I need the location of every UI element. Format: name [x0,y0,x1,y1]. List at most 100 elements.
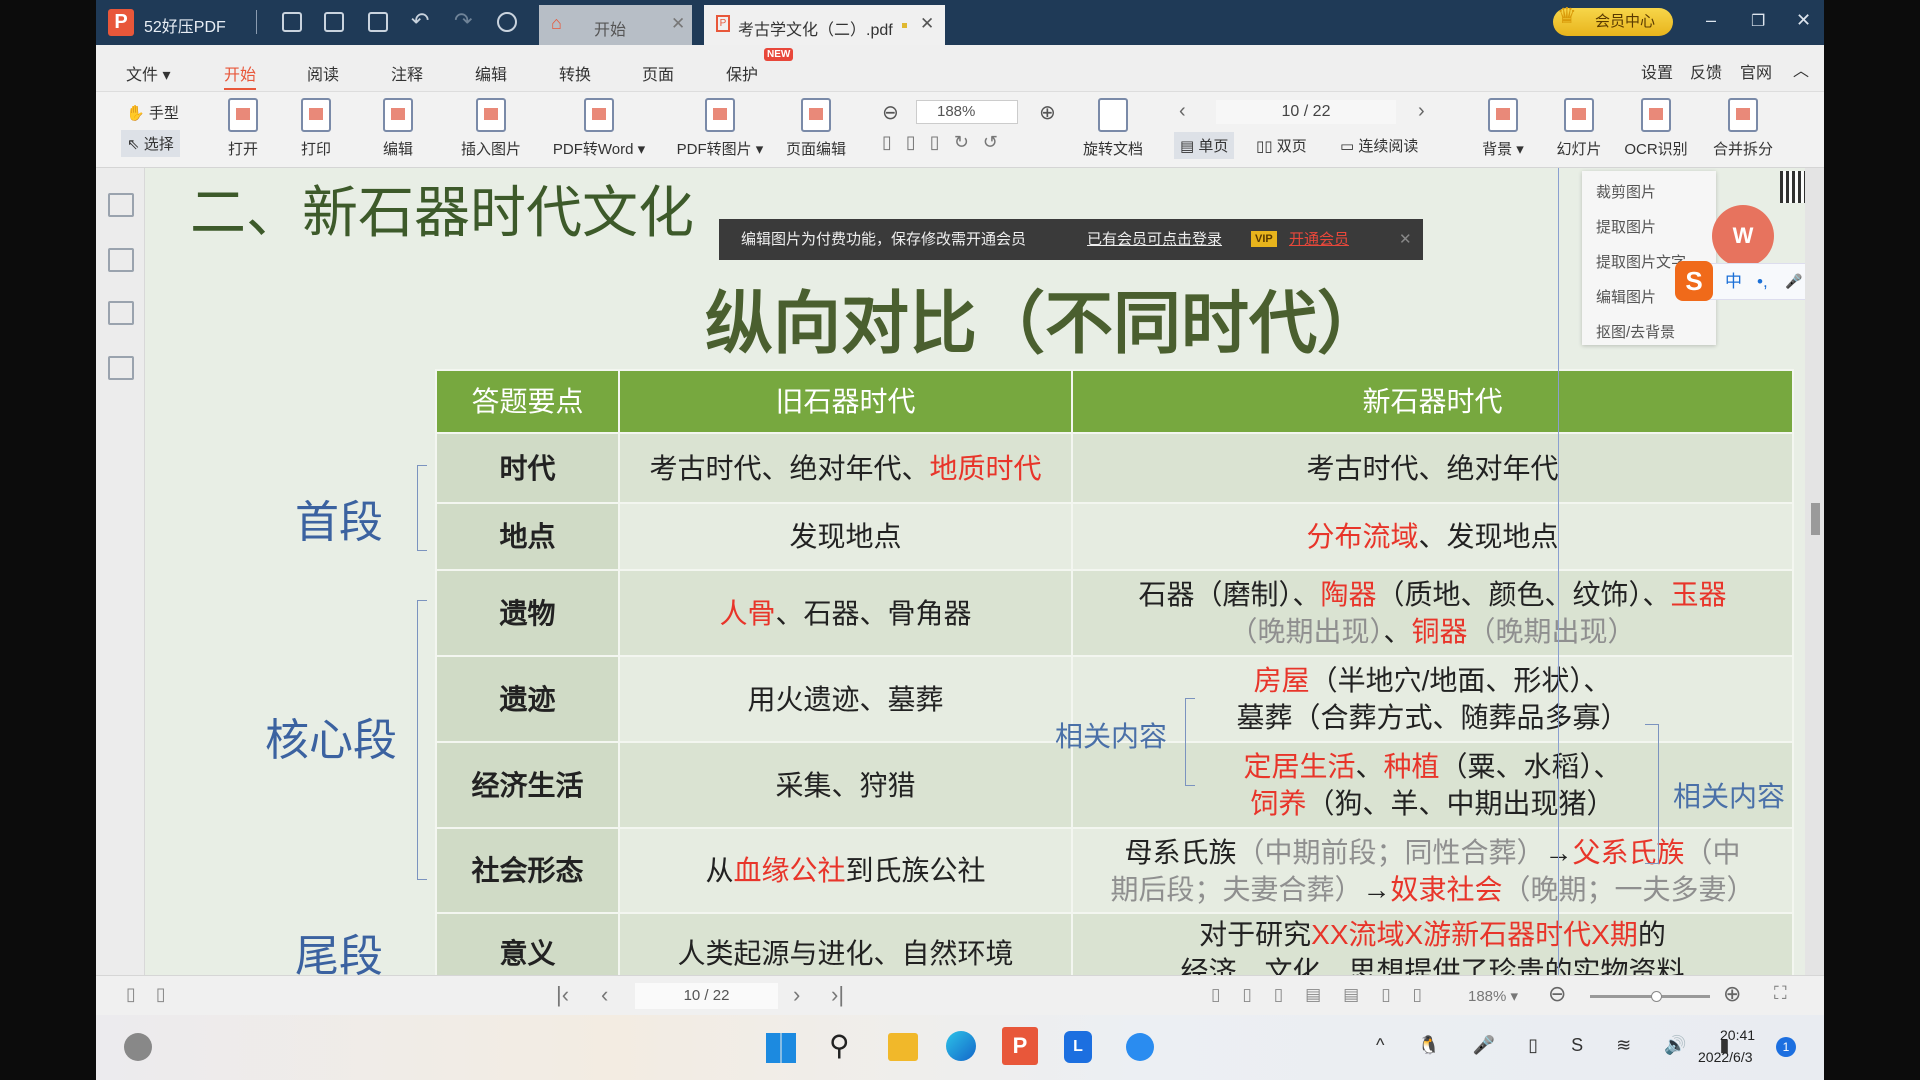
prev-page-button[interactable]: ‹ [601,982,608,1008]
menu-page[interactable]: 页面 [642,61,674,85]
browser-app-icon[interactable] [1126,1033,1154,1061]
tray-icons[interactable]: ^ 🐧 🎤 ▯ S ≋ 🔊 ▮ [1376,1035,1744,1056]
notification-badge[interactable]: 1 [1776,1037,1796,1057]
restore-button[interactable]: ❐ [1751,11,1765,31]
single-page-button[interactable]: ▤ 单页 [1174,132,1235,159]
print-button[interactable]: 打印 [294,98,338,159]
menu-protect[interactable]: 保护 [726,61,758,85]
menu-edit-image[interactable]: 编辑图片 [1596,286,1656,307]
tool-label: 背景 ▾ [1482,141,1524,158]
ime-punctuation[interactable]: •, [1757,264,1768,299]
first-page-button[interactable]: |‹ [556,982,569,1008]
minimize-button[interactable]: – [1706,10,1716,31]
cell-text: 从 [705,855,734,886]
page-input[interactable]: 10 / 22 [1216,100,1396,124]
widgets-icon[interactable] [124,1033,152,1061]
open-button[interactable]: 打开 [221,98,265,159]
page-edit-button[interactable]: 页面编辑 [778,98,854,159]
start-icon[interactable] [766,1033,796,1063]
search-taskbar-icon[interactable]: ⚲ [829,1029,850,1062]
save-icon[interactable] [324,12,344,32]
fit-icons[interactable]: ▯▯▯↻↺ [882,132,1012,153]
status-left-icons[interactable]: ▯▯ [126,984,186,1005]
pdf-to-word-button[interactable]: PDF转Word ▾ [543,98,655,159]
hand-tool[interactable]: ✋ 手型 [126,102,179,123]
print-icon[interactable] [368,12,388,32]
menu-start[interactable]: 开始 [224,61,257,90]
menu-extract-image-text[interactable]: 提取图片文字 [1596,251,1686,272]
scrollbar-thumb[interactable] [1811,503,1820,535]
cell-text: 、 [1355,751,1384,782]
highlight-text: XX流域X游新石器时代X期 [1311,919,1638,950]
zoom-slider[interactable] [1590,991,1710,1002]
double-page-button[interactable]: ▯▯ 双页 [1256,135,1307,156]
open-vip-link[interactable]: 开通会员 [1289,219,1349,260]
edit-button[interactable]: 编辑 [376,98,420,159]
upgrade-icon[interactable] [497,12,517,32]
old-era-cell: 采集、狩猎 [618,741,1073,829]
status-page-input[interactable]: 10 / 22 [635,983,778,1009]
document-view[interactable]: 二、新石器时代文化 纵向对比（不同时代） 编辑图片为付费功能，保存修改需开通会员… [145,168,1805,975]
tab-home[interactable]: ⌂ 开始 ✕ [539,5,692,45]
slideshow-button[interactable]: 幻灯片 [1552,98,1606,159]
vip-center-button[interactable]: ♛ 会员中心 [1553,3,1673,36]
close-tab-icon[interactable]: ✕ [920,14,934,34]
pdf-to-image-button[interactable]: PDF转图片 ▾ [666,98,774,159]
menu-crop-image[interactable]: 裁剪图片 [1596,181,1656,202]
clock-date[interactable]: 2022/6/3 [1698,1049,1753,1065]
status-zoom-out-icon[interactable]: ⊖ [1548,981,1566,1007]
file-explorer-icon[interactable] [888,1033,918,1061]
clock-time[interactable]: 20:41 [1720,1027,1755,1043]
rotate-document-button[interactable]: 旋转文档 [1076,98,1150,159]
undo-icon[interactable]: ↶ [411,8,429,34]
select-tool[interactable]: ⇖ 选择 [121,130,180,157]
lenovo-app-icon[interactable]: L [1064,1031,1092,1063]
status-zoom-in-icon[interactable]: ⊕ [1723,981,1741,1007]
close-banner-icon[interactable]: ✕ [1399,219,1412,260]
fullscreen-icon[interactable]: ⛶ [1774,983,1787,1004]
zoom-input[interactable]: 188% [916,100,1018,124]
prev-page-icon[interactable]: ‹ [1179,100,1186,123]
menu-extract-image[interactable]: 提取图片 [1596,216,1656,237]
zoom-slider-thumb[interactable] [1651,991,1662,1002]
menu-edit[interactable]: 编辑 [475,61,507,85]
tab-document[interactable]: P 考古学文化（二）.pdf ✕ [704,5,945,45]
next-page-button[interactable]: › [793,982,800,1008]
edge-icon[interactable] [946,1031,976,1061]
status-zoom[interactable]: 188% ▾ [1468,987,1518,1005]
insert-image-button[interactable]: 插入图片 [451,98,531,159]
menu-website[interactable]: 官网 [1740,59,1772,83]
background-button[interactable]: 背景 ▾ [1476,98,1530,159]
ime-chinese-mode[interactable]: 中 [1725,264,1742,299]
zoom-in-icon[interactable]: ⊕ [1039,100,1056,125]
menu-annotate[interactable]: 注释 [391,61,423,85]
menu-read[interactable]: 阅读 [307,61,339,85]
menu-file[interactable]: 文件 ▾ [126,61,170,85]
close-button[interactable]: ✕ [1796,10,1811,31]
close-tab-icon[interactable]: ✕ [671,14,685,34]
convert-float-icon[interactable]: W [1712,205,1774,267]
outline-icon[interactable] [108,193,134,217]
bracket [1185,698,1195,786]
login-link[interactable]: 已有会员可点击登录 [1087,219,1222,260]
merge-split-button[interactable]: 合并拆分 [1708,98,1778,159]
search-icon[interactable] [108,356,134,380]
ocr-button[interactable]: OCR识别 [1619,98,1693,159]
last-page-button[interactable]: ›| [831,982,844,1008]
menu-feedback[interactable]: 反馈 [1690,59,1722,83]
pdf-app-taskbar-icon[interactable]: P [1002,1027,1038,1065]
collapse-ribbon-icon[interactable]: ︿ [1793,57,1809,81]
annotations-icon[interactable] [108,301,134,325]
view-mode-icons[interactable]: ▯▯▯▤▤▯▯ [1211,985,1444,1005]
menu-settings[interactable]: 设置 [1641,59,1673,83]
open-file-icon[interactable] [282,12,302,32]
vertical-scrollbar[interactable] [1805,168,1824,975]
menu-convert[interactable]: 转换 [559,61,591,85]
menu-remove-background[interactable]: 抠图/去背景 [1596,321,1675,342]
ime-voice-icon[interactable]: 🎤 [1785,264,1802,299]
next-page-icon[interactable]: › [1418,100,1425,123]
zoom-out-icon[interactable]: ⊖ [882,100,899,125]
thumbnails-icon[interactable] [108,248,134,272]
redo-icon[interactable]: ↷ [454,8,472,34]
continuous-read-button[interactable]: ▭ 连续阅读 [1340,135,1418,156]
